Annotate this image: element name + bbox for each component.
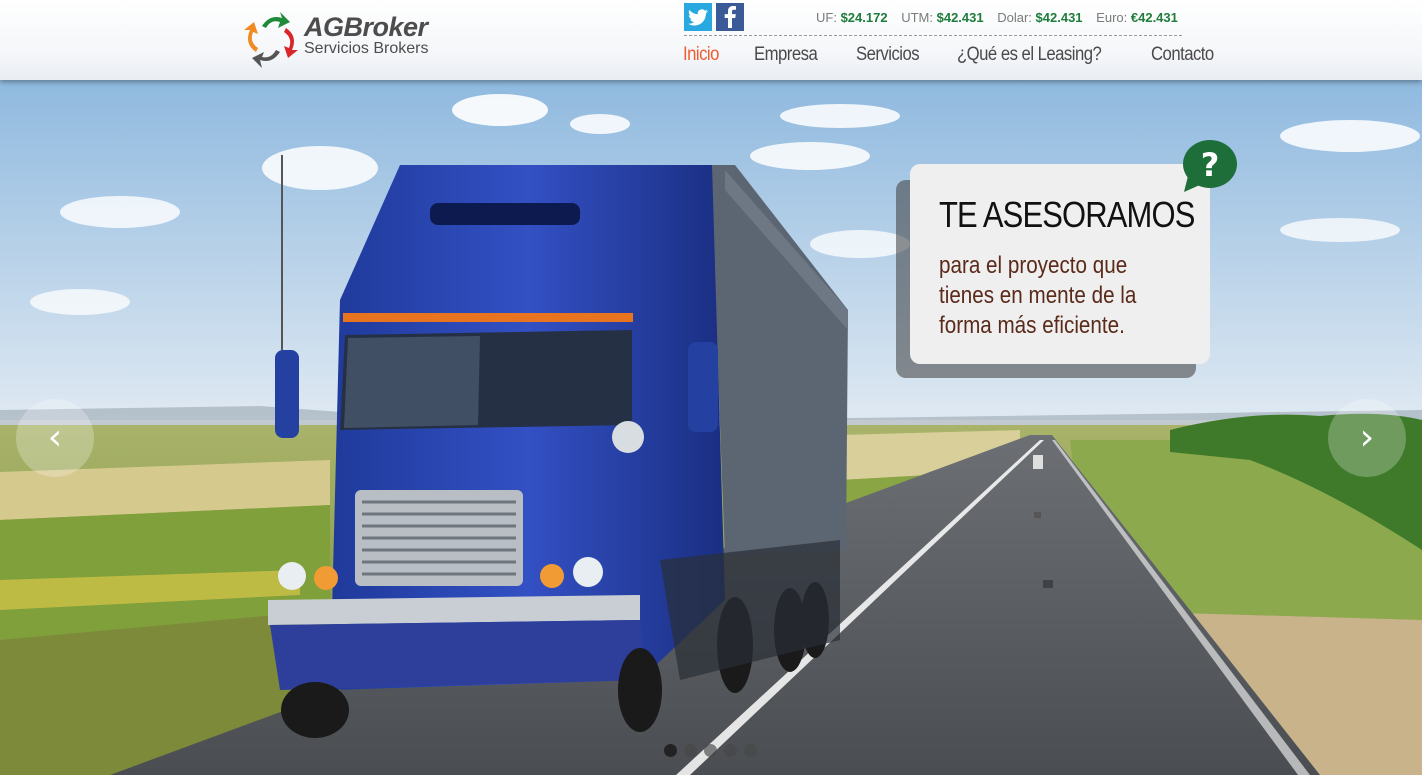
indicator-uf: UF: $24.172 [816,10,888,25]
slider-dot-5[interactable] [744,744,757,757]
indicator-dolar: Dolar: $42.431 [997,10,1082,25]
nav-item-inicio[interactable]: Inicio [683,44,719,66]
slider-dot-3[interactable] [704,744,717,757]
slider-pagination [664,744,757,757]
callout-text: para el proyecto que tienes en mente de … [939,252,1137,339]
twitter-button[interactable] [684,3,712,31]
hero-slider: ‹ › TE ASESORAMOS para el proyecto que t… [0,80,1422,775]
main-nav: Inicio Empresa Servicios ¿Qué es el Leas… [683,44,1252,66]
indicator-utm: UTM: $42.431 [901,10,983,25]
callout-title: TE ASESORAMOS [939,194,1195,235]
logo-title: AGBroker [304,12,428,42]
svg-text:?: ? [1201,146,1220,184]
chevron-left-icon: ‹ [47,417,63,458]
slider-dot-4[interactable] [724,744,737,757]
site-header: AGBroker Servicios Brokers UF: $24.172 U… [0,0,1422,80]
nav-item-contacto[interactable]: Contacto [1151,44,1214,66]
nav-item-leasing[interactable]: ¿Qué es el Leasing? [957,44,1102,66]
indicator-label: Euro: [1096,10,1128,25]
nav-item-empresa[interactable]: Empresa [754,44,818,66]
indicator-value: $42.431 [936,10,984,25]
indicator-value: $42.431 [1035,10,1083,25]
indicator-label: UTM: [901,10,933,25]
site-logo[interactable]: AGBroker Servicios Brokers [240,8,450,72]
economic-indicators: UF: $24.172 UTM: $42.431 Dolar: $42.431 … [816,10,1178,25]
indicator-value: $24.172 [840,10,888,25]
indicator-label: UF: [816,10,837,25]
header-divider [684,35,1182,36]
logo-subtitle: Servicios Brokers [304,40,429,57]
facebook-button[interactable] [716,3,744,31]
indicator-value: €42.431 [1130,10,1178,25]
chevron-right-icon: › [1359,417,1375,458]
nav-item-servicios[interactable]: Servicios [856,44,920,66]
slider-dot-1[interactable] [664,744,677,757]
social-links [684,3,744,31]
slider-dot-2[interactable] [684,744,697,757]
indicator-euro: Euro: €42.431 [1096,10,1178,25]
logo-arrows-icon [244,12,298,68]
indicator-label: Dolar: [997,10,1032,25]
question-bubble-icon: ? [1183,140,1237,192]
facebook-icon [724,6,736,28]
slider-prev-button[interactable]: ‹ [16,399,94,477]
slider-next-button[interactable]: › [1328,399,1406,477]
twitter-icon [688,8,708,25]
